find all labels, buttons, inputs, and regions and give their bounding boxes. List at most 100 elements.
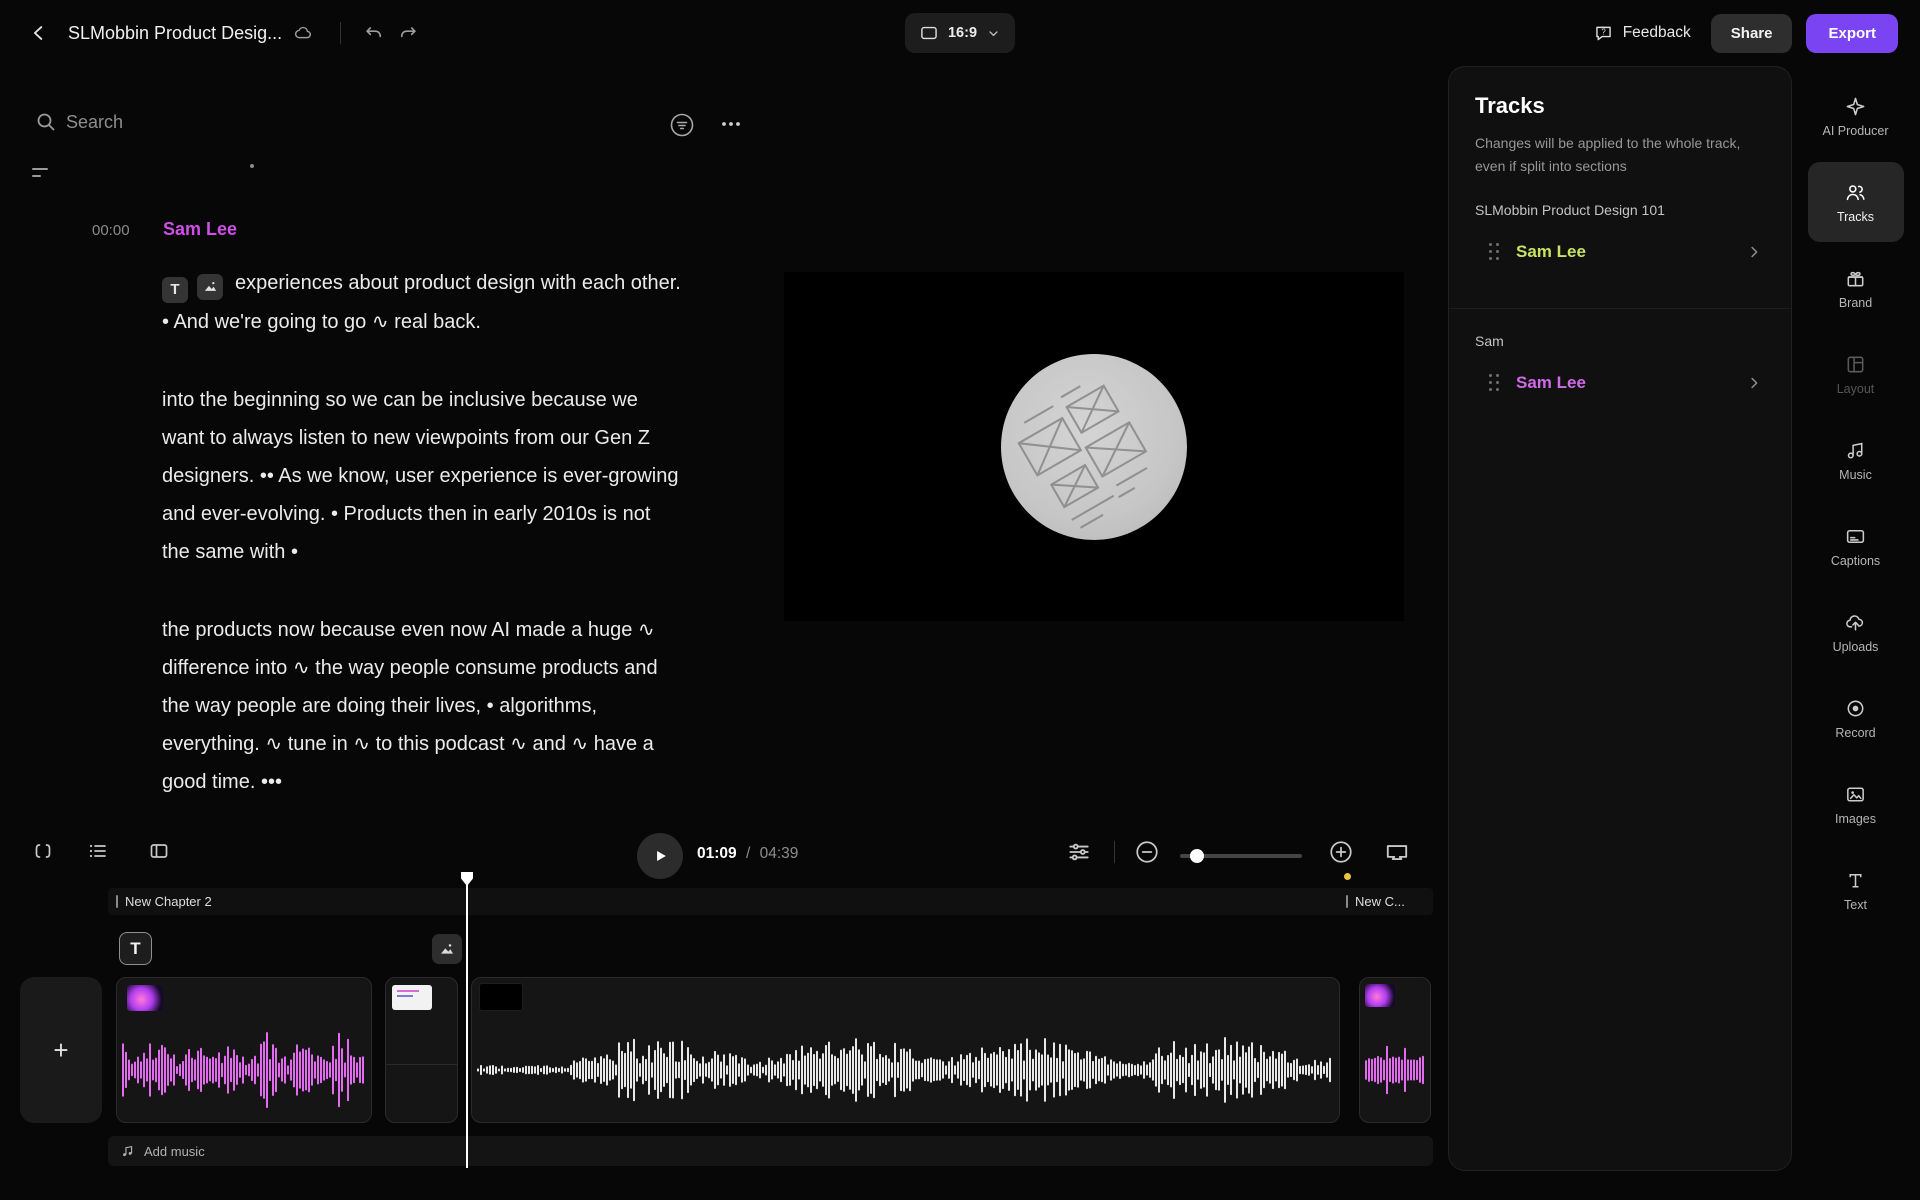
mixer-icon bbox=[1066, 839, 1092, 865]
title-card-clip[interactable] bbox=[385, 977, 458, 1123]
video-preview[interactable] bbox=[784, 272, 1404, 621]
chapter-tick bbox=[116, 895, 118, 908]
svg-text:?: ? bbox=[1601, 27, 1606, 36]
ellipsis-icon bbox=[718, 111, 744, 137]
sidebar-item-captions[interactable]: Captions bbox=[1808, 506, 1904, 586]
music-note-icon bbox=[120, 1144, 135, 1159]
add-clip-button[interactable]: + bbox=[20, 977, 102, 1123]
transcript-editor[interactable]: Texperiences about product design with e… bbox=[162, 264, 682, 841]
layout-icon bbox=[1844, 353, 1867, 376]
sidebar-item-brand[interactable]: Brand bbox=[1808, 248, 1904, 328]
sidebar-item-tracks[interactable]: Tracks bbox=[1808, 162, 1904, 242]
aspect-ratio-selector[interactable]: 16:9 bbox=[905, 13, 1015, 53]
sidebar-item-label: Images bbox=[1835, 812, 1876, 826]
text-card-chip[interactable]: T bbox=[162, 277, 188, 303]
zoom-out-button[interactable] bbox=[1134, 839, 1160, 865]
playhead-marker[interactable] bbox=[460, 872, 474, 888]
undo-icon bbox=[363, 22, 385, 44]
top-bar: SLMobbin Product Desig... 16:9 bbox=[0, 0, 1920, 66]
audio-waveform[interactable] bbox=[1365, 1030, 1425, 1110]
feedback-bubble-icon: ? bbox=[1593, 23, 1614, 44]
transcript-paragraph[interactable]: into the beginning so we can be inclusiv… bbox=[162, 381, 682, 571]
chapter-label[interactable]: New C... bbox=[1346, 888, 1430, 915]
feedback-button[interactable]: ? Feedback bbox=[1587, 15, 1697, 52]
zoom-in-button[interactable] bbox=[1328, 839, 1354, 865]
record-icon bbox=[1844, 697, 1867, 720]
project-title[interactable]: SLMobbin Product Desig... bbox=[68, 23, 282, 44]
minus-circle-icon bbox=[1134, 839, 1160, 865]
timeline-track-area: + bbox=[0, 977, 1433, 1123]
audio-waveform[interactable] bbox=[477, 1030, 1334, 1110]
video-editor-app: SLMobbin Product Desig... 16:9 bbox=[0, 0, 1920, 1200]
panel-title: Tracks bbox=[1449, 93, 1791, 119]
sidebar-item-text[interactable]: Text bbox=[1808, 850, 1904, 930]
share-button[interactable]: Share bbox=[1711, 14, 1793, 53]
timeline-marker-dot[interactable] bbox=[1344, 873, 1351, 880]
add-music-label: Add music bbox=[144, 1144, 205, 1159]
image-overlay-chip[interactable] bbox=[432, 934, 462, 964]
audio-clip[interactable] bbox=[1359, 977, 1431, 1123]
clip-thumbnail bbox=[127, 985, 163, 1011]
speaker-label[interactable]: Sam Lee bbox=[163, 219, 237, 240]
zoom-slider[interactable] bbox=[1180, 854, 1302, 858]
brackets-icon bbox=[31, 839, 55, 863]
image-icon bbox=[1844, 783, 1867, 806]
sidebar-item-ai-producer[interactable]: AI Producer bbox=[1808, 76, 1904, 156]
redo-button[interactable] bbox=[391, 16, 425, 50]
chevron-down-icon bbox=[986, 26, 1001, 41]
fullscreen-timeline-button[interactable] bbox=[1384, 839, 1410, 865]
image-icon bbox=[203, 279, 218, 294]
sidebar-item-label: Uploads bbox=[1833, 640, 1879, 654]
block-drag-handle-icon[interactable] bbox=[32, 168, 52, 180]
more-options-button[interactable] bbox=[712, 105, 750, 143]
sidebar-item-label: Record bbox=[1835, 726, 1875, 740]
image-card-chip[interactable] bbox=[197, 274, 223, 300]
split-clip-button[interactable] bbox=[147, 839, 171, 863]
filter-button[interactable] bbox=[662, 105, 702, 145]
play-button[interactable] bbox=[637, 833, 683, 879]
transcript-paragraph[interactable]: the products now because even now AI mad… bbox=[162, 611, 682, 801]
undo-button[interactable] bbox=[357, 16, 391, 50]
drag-handle-icon[interactable] bbox=[1489, 374, 1500, 392]
sidebar-item-record[interactable]: Record bbox=[1808, 678, 1904, 758]
search-icon bbox=[34, 110, 58, 134]
search-input[interactable] bbox=[66, 106, 486, 138]
sidebar-item-label: Text bbox=[1844, 898, 1867, 912]
current-time: 01:09 bbox=[697, 845, 737, 862]
export-button[interactable]: Export bbox=[1806, 14, 1898, 53]
play-icon bbox=[650, 846, 670, 866]
text-icon bbox=[1844, 869, 1867, 892]
back-button[interactable] bbox=[22, 16, 56, 50]
add-music-button[interactable]: Add music bbox=[108, 1136, 1433, 1166]
fit-timeline-button[interactable] bbox=[31, 839, 55, 863]
chapter-text: New Chapter 2 bbox=[125, 894, 212, 909]
drag-handle-icon[interactable] bbox=[1489, 243, 1500, 261]
chevron-right-icon bbox=[1745, 374, 1763, 392]
track-row[interactable]: Sam Lee bbox=[1463, 353, 1777, 413]
track-group-label: Sam bbox=[1449, 308, 1791, 349]
sidebar-item-music[interactable]: Music bbox=[1808, 420, 1904, 500]
track-settings-button[interactable] bbox=[1066, 839, 1092, 865]
sidebar-item-label: Brand bbox=[1839, 296, 1872, 310]
circle-video-frame bbox=[1001, 354, 1187, 540]
audio-waveform[interactable] bbox=[122, 1030, 366, 1110]
chapter-text: New C... bbox=[1355, 894, 1405, 909]
sidebar-item-images[interactable]: Images bbox=[1808, 764, 1904, 844]
text-overlay-chip[interactable]: T bbox=[119, 932, 152, 965]
audio-clip[interactable] bbox=[116, 977, 372, 1123]
zoom-slider-thumb[interactable] bbox=[1190, 849, 1204, 863]
chevron-right-icon bbox=[1745, 243, 1763, 261]
main-audio-clip[interactable] bbox=[471, 977, 1340, 1123]
title-card-thumbnail bbox=[392, 985, 432, 1010]
track-name: Sam Lee bbox=[1516, 373, 1586, 393]
filter-icon bbox=[668, 111, 696, 139]
transcript-paragraph[interactable]: Texperiences about product design with e… bbox=[162, 264, 682, 341]
sidebar-item-label: Tracks bbox=[1837, 210, 1874, 224]
sidebar-item-uploads[interactable]: Uploads bbox=[1808, 592, 1904, 672]
time-display: 01:09 / 04:39 bbox=[697, 845, 798, 863]
track-group-label: SLMobbin Product Design 101 bbox=[1449, 202, 1791, 218]
track-row[interactable]: Sam Lee bbox=[1463, 222, 1777, 282]
track-list-button[interactable] bbox=[86, 839, 110, 863]
chapter-label[interactable]: New Chapter 2 bbox=[116, 888, 212, 915]
feedback-label: Feedback bbox=[1623, 24, 1691, 42]
